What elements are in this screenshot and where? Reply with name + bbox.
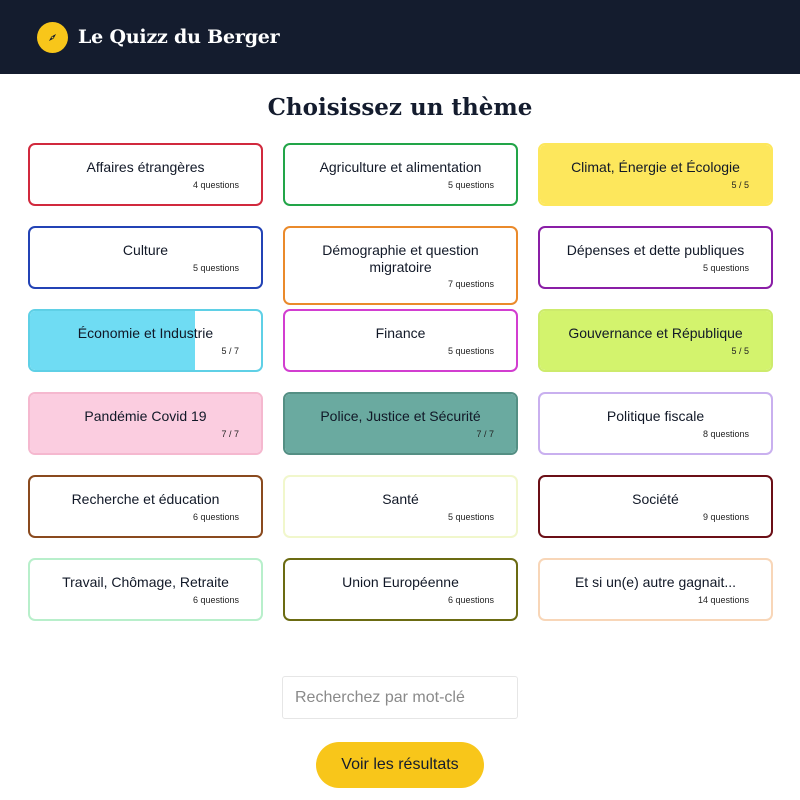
theme-card[interactable]: Finance 5 questions: [283, 309, 518, 372]
theme-card[interactable]: Travail, Chômage, Retraite 6 questions: [28, 558, 263, 621]
theme-card[interactable]: Et si un(e) autre gagnait... 14 questions: [538, 558, 773, 621]
theme-question-count: 5 / 5: [731, 180, 749, 190]
theme-question-count: 6 questions: [192, 512, 239, 522]
theme-card[interactable]: Pandémie Covid 19 7 / 7: [28, 392, 263, 455]
theme-card[interactable]: Santé 5 questions: [283, 475, 518, 538]
theme-question-count: 8 questions: [702, 429, 749, 439]
theme-question-count: 9 questions: [702, 512, 749, 522]
theme-title: Démographie et question migratoire: [322, 242, 479, 275]
theme-title: Climat, Énergie et Écologie: [571, 159, 740, 175]
theme-title: Finance: [375, 325, 426, 341]
theme-title: Économie et Industrie: [77, 325, 214, 341]
search-input[interactable]: [282, 676, 518, 719]
theme-card[interactable]: Affaires étrangères 4 questions: [28, 143, 263, 206]
theme-card[interactable]: Union Européenne 6 questions: [283, 558, 518, 621]
theme-question-count: 6 questions: [192, 595, 239, 605]
theme-card[interactable]: Culture 5 questions: [28, 226, 263, 289]
theme-question-count: 6 questions: [447, 595, 494, 605]
theme-title: Et si un(e) autre gagnait...: [574, 574, 737, 590]
theme-card[interactable]: Dépenses et dette publiques 5 questions: [538, 226, 773, 289]
theme-card[interactable]: Police, Justice et Sécurité 7 / 7: [283, 392, 518, 455]
theme-question-count: 5 / 5: [731, 346, 749, 356]
theme-title: Gouvernance et République: [568, 325, 743, 341]
theme-question-count: 7 / 7: [476, 429, 494, 439]
theme-title: Dépenses et dette publiques: [566, 242, 745, 258]
theme-title: Police, Justice et Sécurité: [320, 408, 481, 424]
theme-card[interactable]: Agriculture et alimentation 5 questions: [283, 143, 518, 206]
theme-title: Recherche et éducation: [71, 491, 220, 507]
theme-question-count: 5 questions: [447, 512, 494, 522]
theme-title: Société: [632, 491, 679, 507]
theme-title: Union Européenne: [342, 574, 459, 590]
theme-question-count: 7 / 7: [221, 429, 239, 439]
theme-title: Politique fiscale: [606, 408, 705, 424]
theme-title: Affaires étrangères: [86, 159, 205, 175]
theme-question-count: 4 questions: [192, 180, 239, 190]
theme-card[interactable]: Démographie et question migratoire 7 ques…: [283, 226, 518, 305]
top-bar: Le Quizz du Berger: [0, 0, 800, 74]
page-title: Choisissez un thème: [267, 94, 533, 121]
theme-title: Santé: [382, 491, 419, 507]
theme-title: Culture: [122, 242, 169, 258]
theme-question-count: 5 questions: [447, 180, 494, 190]
theme-title: Travail, Chômage, Retraite: [62, 574, 229, 590]
theme-grid: Affaires étrangères 4 questions Agricultur…: [28, 143, 773, 621]
theme-title: Agriculture et alimentation: [319, 159, 482, 175]
theme-question-count: 7 questions: [447, 279, 494, 289]
theme-card[interactable]: Recherche et éducation 6 questions: [28, 475, 263, 538]
theme-question-count: 5 / 7: [221, 346, 239, 356]
see-results-button[interactable]: Voir les résultats: [316, 742, 484, 788]
theme-question-count: 5 questions: [192, 263, 239, 273]
theme-card[interactable]: Économie et Industrie 5 / 7: [28, 309, 263, 372]
theme-card[interactable]: Politique fiscale 8 questions: [538, 392, 773, 455]
theme-title: Pandémie Covid 19: [84, 408, 207, 424]
theme-question-count: 5 questions: [702, 263, 749, 273]
compass-icon: [37, 21, 68, 53]
theme-question-count: 14 questions: [697, 595, 749, 605]
theme-card[interactable]: Gouvernance et République 5 / 5: [538, 309, 773, 372]
brand-title[interactable]: Le Quizz du Berger: [78, 26, 280, 48]
theme-question-count: 5 questions: [447, 346, 494, 356]
theme-card[interactable]: Climat, Énergie et Écologie 5 / 5: [538, 143, 773, 206]
theme-card[interactable]: Société 9 questions: [538, 475, 773, 538]
